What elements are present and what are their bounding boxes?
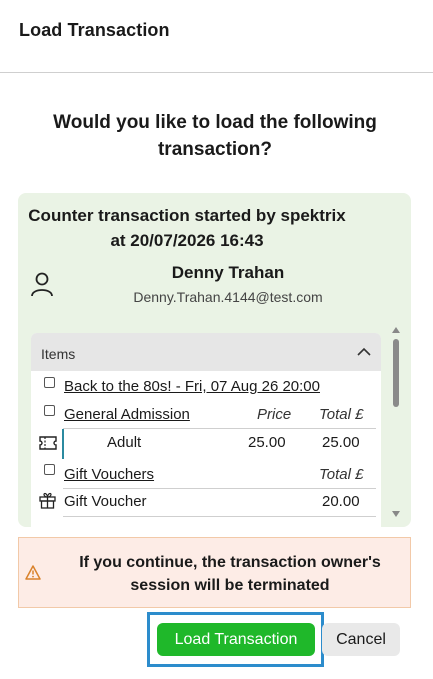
items-header-label: Items [41, 346, 76, 362]
section-title-link[interactable]: General Admission [64, 406, 190, 423]
warning-banner: If you continue, the transaction owner's… [18, 537, 411, 608]
scroll-up-arrow[interactable] [392, 327, 400, 333]
dialog-header: Load Transaction [0, 0, 433, 73]
customer-name: Denny Trahan [171, 263, 285, 282]
voucher-name: Gift Voucher [64, 493, 147, 510]
person-icon [31, 272, 53, 297]
section-checkbox[interactable] [44, 405, 55, 416]
scroll-thumb[interactable] [393, 339, 399, 407]
warning-text: If you continue, the transaction owner's… [79, 554, 381, 594]
customer-email: Denny.Trahan.4144@test.com [133, 289, 323, 305]
dialog-title: Load Transaction [19, 20, 170, 40]
vouchers-title-link[interactable]: Gift Vouchers [64, 466, 154, 483]
row-divider [63, 488, 376, 489]
cancel-button[interactable]: Cancel [322, 623, 400, 656]
vouchers-total-header: Total £ [319, 466, 364, 483]
total-column-header: Total £ [319, 406, 364, 423]
event-checkbox[interactable] [44, 377, 55, 388]
ticket-icon [39, 436, 57, 450]
gift-icon [39, 492, 56, 509]
ticket-total: 25.00 [322, 434, 360, 451]
load-transaction-button[interactable]: Load Transaction [157, 623, 315, 656]
row-divider [63, 428, 376, 429]
warning-icon [25, 565, 41, 580]
vouchers-checkbox[interactable] [44, 464, 55, 475]
chevron-up-icon[interactable] [357, 347, 371, 357]
ticket-price: 25.00 [248, 434, 286, 451]
transaction-panel: Counter transaction started by spektrix … [18, 193, 411, 527]
row-divider [63, 516, 376, 517]
confirmation-question: Would you like to load the following tra… [53, 112, 377, 160]
transaction-title: Counter transaction started by spektrix … [28, 206, 346, 250]
selection-indicator [62, 429, 64, 459]
voucher-total: 20.00 [322, 493, 360, 510]
items-scrollbar[interactable] [390, 327, 402, 523]
scroll-down-arrow[interactable] [392, 511, 400, 517]
price-column-header: Price [257, 406, 292, 423]
items-list[interactable]: Items Back to the 80s! - Fri, 07 Aug 26 … [31, 333, 381, 527]
items-header[interactable]: Items [31, 333, 381, 371]
ticket-type: Adult [107, 434, 142, 451]
event-title-link[interactable]: Back to the 80s! - Fri, 07 Aug 26 20:00 [64, 378, 320, 395]
